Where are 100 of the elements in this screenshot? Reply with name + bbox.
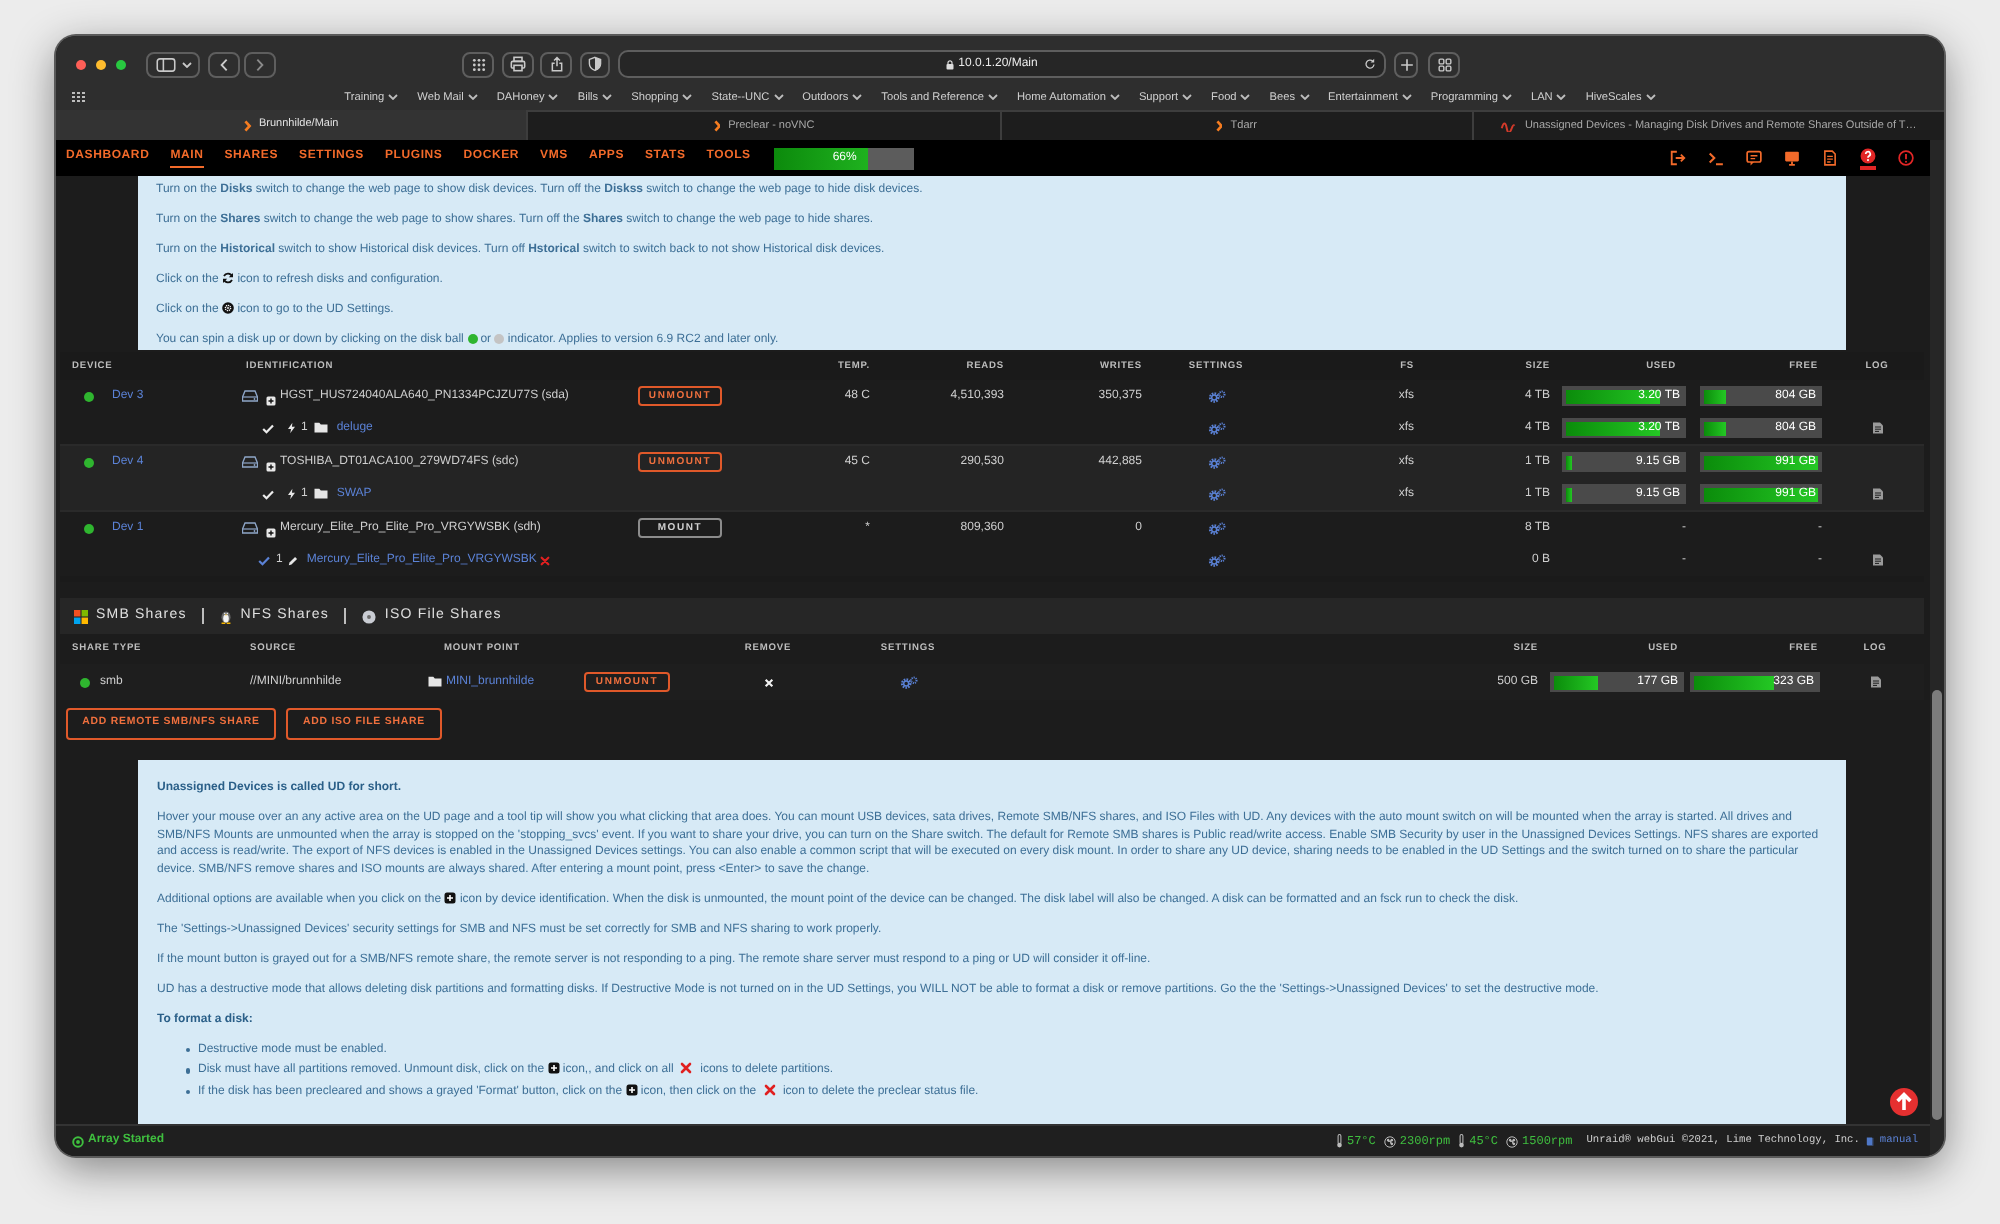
logout-icon[interactable] (1670, 150, 1686, 166)
document-icon[interactable] (1871, 488, 1883, 500)
chevron-down-icon (987, 94, 998, 100)
printer-icon (510, 56, 526, 72)
lock-icon (946, 59, 955, 69)
forward-button[interactable] (244, 51, 276, 77)
gears-icon[interactable] (1207, 521, 1225, 535)
chevron-down-icon (1645, 94, 1656, 100)
reload-icon[interactable] (1364, 58, 1376, 70)
check-icon (262, 489, 274, 499)
x-mark-icon (763, 1083, 776, 1095)
alert-icon[interactable] (1898, 150, 1914, 166)
pencil-icon[interactable] (288, 555, 299, 565)
chat-icon[interactable] (1746, 150, 1762, 166)
folder-icon (314, 422, 329, 434)
chevron-down-icon (467, 94, 478, 100)
plus-square-icon[interactable] (266, 396, 276, 406)
check-icon (262, 423, 274, 433)
gears-icon[interactable] (1207, 421, 1225, 435)
document-icon[interactable] (1871, 554, 1883, 566)
chevron-down-icon (852, 94, 863, 100)
wave-icon (1500, 121, 1517, 131)
help-button[interactable] (1860, 147, 1876, 169)
disc-icon (362, 609, 377, 623)
four-squares-icon (74, 609, 88, 623)
gears-icon[interactable] (1207, 455, 1225, 469)
apps-button[interactable] (462, 51, 494, 77)
bullet-icon (185, 1047, 190, 1052)
x-mark-icon[interactable] (540, 555, 551, 565)
fan-icon (1383, 1135, 1396, 1147)
bolt-icon[interactable] (288, 488, 295, 500)
plus-square-icon[interactable] (266, 528, 276, 538)
minimize-window-icon[interactable] (96, 59, 106, 69)
chevron-right-icon (256, 57, 264, 71)
chevron-down-icon (1182, 94, 1193, 100)
document-icon[interactable] (1871, 422, 1883, 434)
share-button[interactable] (540, 51, 572, 77)
chevron-down-icon (1240, 94, 1251, 100)
x-icon[interactable] (763, 677, 773, 687)
chevron-down-icon (1556, 94, 1567, 100)
close-window-icon[interactable] (76, 59, 86, 69)
grid-icon (471, 57, 485, 71)
chevron-down-icon (1109, 94, 1120, 100)
fan-icon (1506, 1135, 1519, 1147)
share-icon (549, 56, 563, 72)
gears-icon[interactable] (899, 675, 917, 689)
folder-icon (314, 488, 329, 500)
bullet-icon (185, 1089, 190, 1094)
monitor-icon[interactable] (1784, 150, 1800, 166)
chevron-down-icon (181, 61, 191, 67)
zoom-window-icon[interactable] (116, 59, 126, 69)
document-icon[interactable] (1822, 150, 1838, 166)
chevron-down-icon (1299, 94, 1310, 100)
print-button[interactable] (502, 51, 534, 77)
chevron-right-icon (1215, 120, 1223, 132)
sidebar-button[interactable] (146, 51, 200, 77)
chevron-right-icon (244, 119, 251, 131)
tab-overview-button[interactable] (1428, 51, 1460, 77)
document-icon[interactable] (1869, 676, 1881, 688)
new-tab-button[interactable] (1394, 51, 1418, 77)
x-mark-icon (680, 1062, 693, 1074)
chevron-down-icon (1501, 94, 1512, 100)
arrow-up-icon[interactable] (1890, 1088, 1918, 1116)
gears-icon[interactable] (1207, 553, 1225, 567)
chevron-down-icon (548, 94, 559, 100)
check-icon (258, 555, 270, 565)
chevron-down-icon (773, 94, 784, 100)
chevron-down-icon (388, 94, 399, 100)
hdd-icon (242, 456, 258, 468)
status-circle-icon (72, 1135, 84, 1147)
sidebar-icon (155, 57, 175, 71)
chevron-down-icon (602, 94, 613, 100)
folder-icon (428, 676, 442, 688)
tab-grid-icon (1437, 57, 1451, 71)
plus-square-icon (625, 1083, 638, 1095)
refresh-icon (222, 272, 235, 285)
hdd-icon (242, 522, 258, 534)
bolt-icon[interactable] (288, 422, 295, 434)
chevron-down-icon (1401, 94, 1412, 100)
help-icon (1860, 147, 1876, 163)
shield-icon (588, 56, 602, 72)
plus-square-icon[interactable] (266, 462, 276, 472)
thermometer-icon (1335, 1134, 1343, 1148)
gears-icon[interactable] (1207, 487, 1225, 501)
gears-icon[interactable] (1207, 389, 1225, 403)
terminal-icon[interactable] (1708, 150, 1724, 166)
bullet-icon (185, 1068, 190, 1073)
thermometer-icon (1458, 1134, 1466, 1148)
settings-icon (222, 302, 235, 315)
chevron-right-icon (713, 120, 721, 132)
scrollbar-thumb[interactable] (1932, 690, 1942, 1120)
plus-icon (1399, 57, 1413, 71)
chevron-down-icon (682, 94, 693, 100)
book-icon (1865, 1136, 1874, 1146)
back-button[interactable] (208, 51, 240, 77)
plus-square-icon (547, 1062, 560, 1074)
plus-square-icon (444, 891, 457, 903)
chevron-left-icon (220, 57, 228, 71)
hdd-icon (242, 390, 258, 402)
shield-button[interactable] (580, 51, 610, 77)
